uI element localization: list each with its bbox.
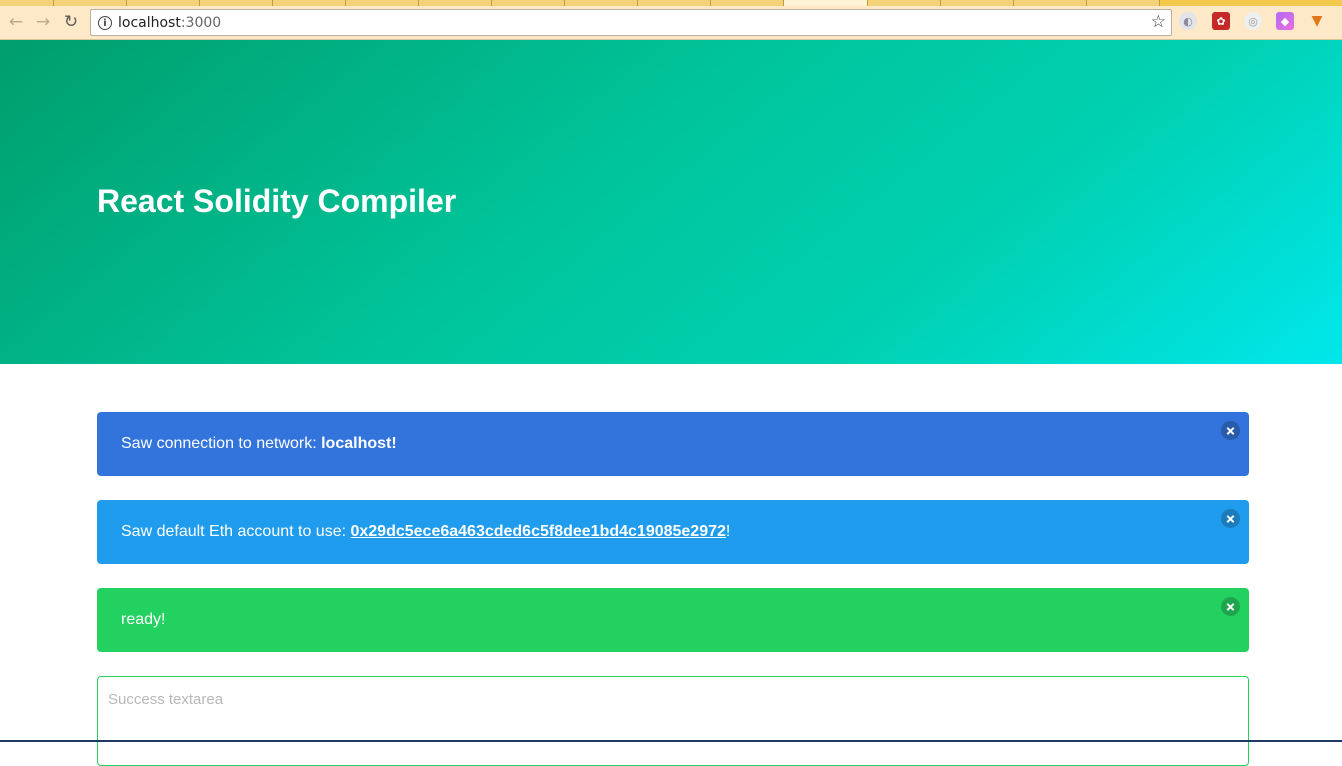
extension-icon-1[interactable]: ◐ bbox=[1179, 12, 1197, 30]
success-textarea[interactable] bbox=[97, 676, 1249, 766]
metamask-fox-icon[interactable]: ▼ bbox=[1308, 12, 1326, 30]
address-bar-url[interactable]: localhost:3000 bbox=[118, 15, 221, 31]
reload-icon[interactable]: ↻ bbox=[59, 10, 83, 34]
network-name: localhost bbox=[321, 435, 392, 452]
ready-notification-text: ready! bbox=[121, 611, 166, 628]
info-icon[interactable]: i bbox=[98, 16, 112, 30]
address-bar[interactable]: i localhost:3000 ☆ bbox=[90, 9, 1172, 36]
forward-arrow-icon[interactable]: → bbox=[31, 10, 55, 34]
page-title: React Solidity Compiler bbox=[97, 183, 457, 219]
account-notification-suffix: ! bbox=[725, 523, 731, 540]
eth-account-link[interactable]: 0x29dc5ece6a463cded6c5f8dee1bd4c19085e29… bbox=[350, 523, 725, 540]
network-notification-prefix: Saw connection to network: bbox=[121, 435, 322, 452]
hero-banner: React Solidity Compiler bbox=[0, 40, 1342, 364]
back-arrow-icon[interactable]: ← bbox=[4, 10, 28, 34]
extension-icon-3[interactable]: ◎ bbox=[1244, 12, 1262, 30]
account-notification: Saw default Eth account to use: 0x29dc5e… bbox=[97, 500, 1249, 564]
browser-toolbar: ← → ↻ i localhost:3000 ☆ ◐ ✿ ◎ ◆ ▼ bbox=[0, 6, 1342, 40]
network-notification: Saw connection to network: localhost! bbox=[97, 412, 1249, 476]
bookmark-star-icon[interactable]: ☆ bbox=[1151, 12, 1166, 32]
ready-notification: ready! bbox=[97, 588, 1249, 652]
url-host: localhost bbox=[118, 15, 181, 31]
account-notification-text: Saw default Eth account to use: 0x29dc5e… bbox=[121, 523, 730, 541]
close-icon[interactable] bbox=[1221, 597, 1240, 616]
network-notification-suffix: ! bbox=[391, 435, 397, 452]
extension-icon-2[interactable]: ✿ bbox=[1212, 12, 1230, 30]
network-notification-text: Saw connection to network: localhost! bbox=[121, 435, 397, 453]
url-port: :3000 bbox=[180, 15, 222, 31]
account-notification-prefix: Saw default Eth account to use: bbox=[121, 523, 351, 540]
close-icon[interactable] bbox=[1221, 421, 1240, 440]
extension-icon-4[interactable]: ◆ bbox=[1276, 12, 1294, 30]
close-icon[interactable] bbox=[1221, 509, 1240, 528]
